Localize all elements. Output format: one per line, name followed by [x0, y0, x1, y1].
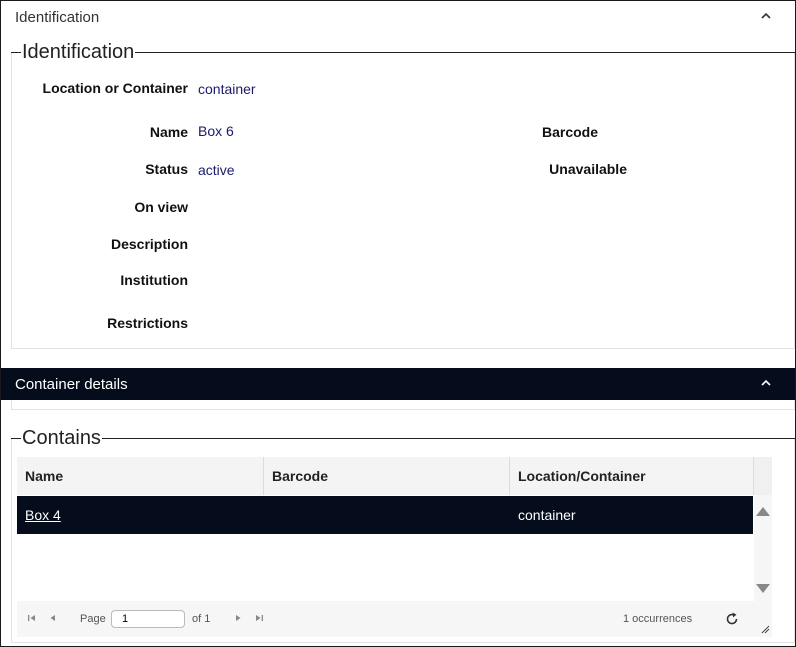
column-header-barcode[interactable]: Barcode [264, 457, 510, 495]
location-or-container-label: Location or Container [42, 80, 188, 96]
status-label: Status [145, 161, 188, 177]
container-details-section-header[interactable]: Container details [1, 368, 795, 400]
identification-legend: Identification [21, 41, 136, 63]
name-label: Name [149, 124, 188, 140]
refresh-icon[interactable] [724, 611, 740, 627]
scroll-up-icon[interactable] [756, 507, 770, 516]
name-value: Box 6 [198, 123, 234, 139]
location-or-container-value: container [198, 81, 256, 97]
contains-legend-line-left [11, 438, 21, 439]
row-name-link[interactable]: Box 4 [25, 507, 61, 523]
row-location-cell: container [518, 507, 576, 523]
status-value: active [198, 162, 235, 178]
scroll-down-icon[interactable] [756, 584, 770, 593]
table-vertical-scrollbar[interactable] [754, 495, 772, 601]
chevron-up-icon[interactable] [759, 9, 773, 23]
first-page-icon[interactable] [27, 613, 37, 623]
next-page-icon[interactable] [233, 613, 243, 623]
page-of-label: of 1 [192, 613, 211, 625]
table-pager: Page of 1 1 occurrences [17, 601, 772, 637]
description-label: Description [110, 236, 188, 252]
restrictions-label: Restrictions [107, 315, 188, 331]
on-view-label: On view [134, 199, 188, 215]
column-header-location-container[interactable]: Location/Container [510, 457, 754, 495]
table-row[interactable]: Box 4 container [17, 496, 753, 534]
row-barcode-cell [264, 496, 510, 534]
contains-table-header: Name Barcode Location/Container [17, 457, 754, 495]
contains-legend-line-right [100, 438, 795, 439]
occurrences-count: 1 occurrences [623, 613, 693, 625]
resize-handle-icon[interactable] [760, 624, 770, 634]
institution-label: Institution [120, 272, 188, 288]
page-number-input[interactable] [111, 610, 185, 628]
container-details-header-title: Container details [15, 375, 128, 393]
barcode-label: Barcode [541, 124, 598, 140]
identification-header-title: Identification [15, 8, 100, 26]
identification-legend-line-right [135, 52, 795, 53]
chevron-up-icon[interactable] [759, 376, 773, 390]
unavailable-label: Unavailable [549, 161, 627, 177]
prev-page-icon[interactable] [48, 613, 58, 623]
row-name-cell: Box 4 [17, 496, 264, 534]
identification-section-header[interactable]: Identification [1, 1, 795, 33]
last-page-icon[interactable] [254, 613, 264, 623]
container-details-top-spacer [11, 400, 795, 410]
scrollbar-header-spacer [754, 457, 772, 495]
column-header-name[interactable]: Name [17, 457, 264, 495]
identification-legend-line-left [11, 52, 21, 53]
page-label: Page [80, 613, 106, 625]
contains-legend: Contains [21, 427, 102, 449]
